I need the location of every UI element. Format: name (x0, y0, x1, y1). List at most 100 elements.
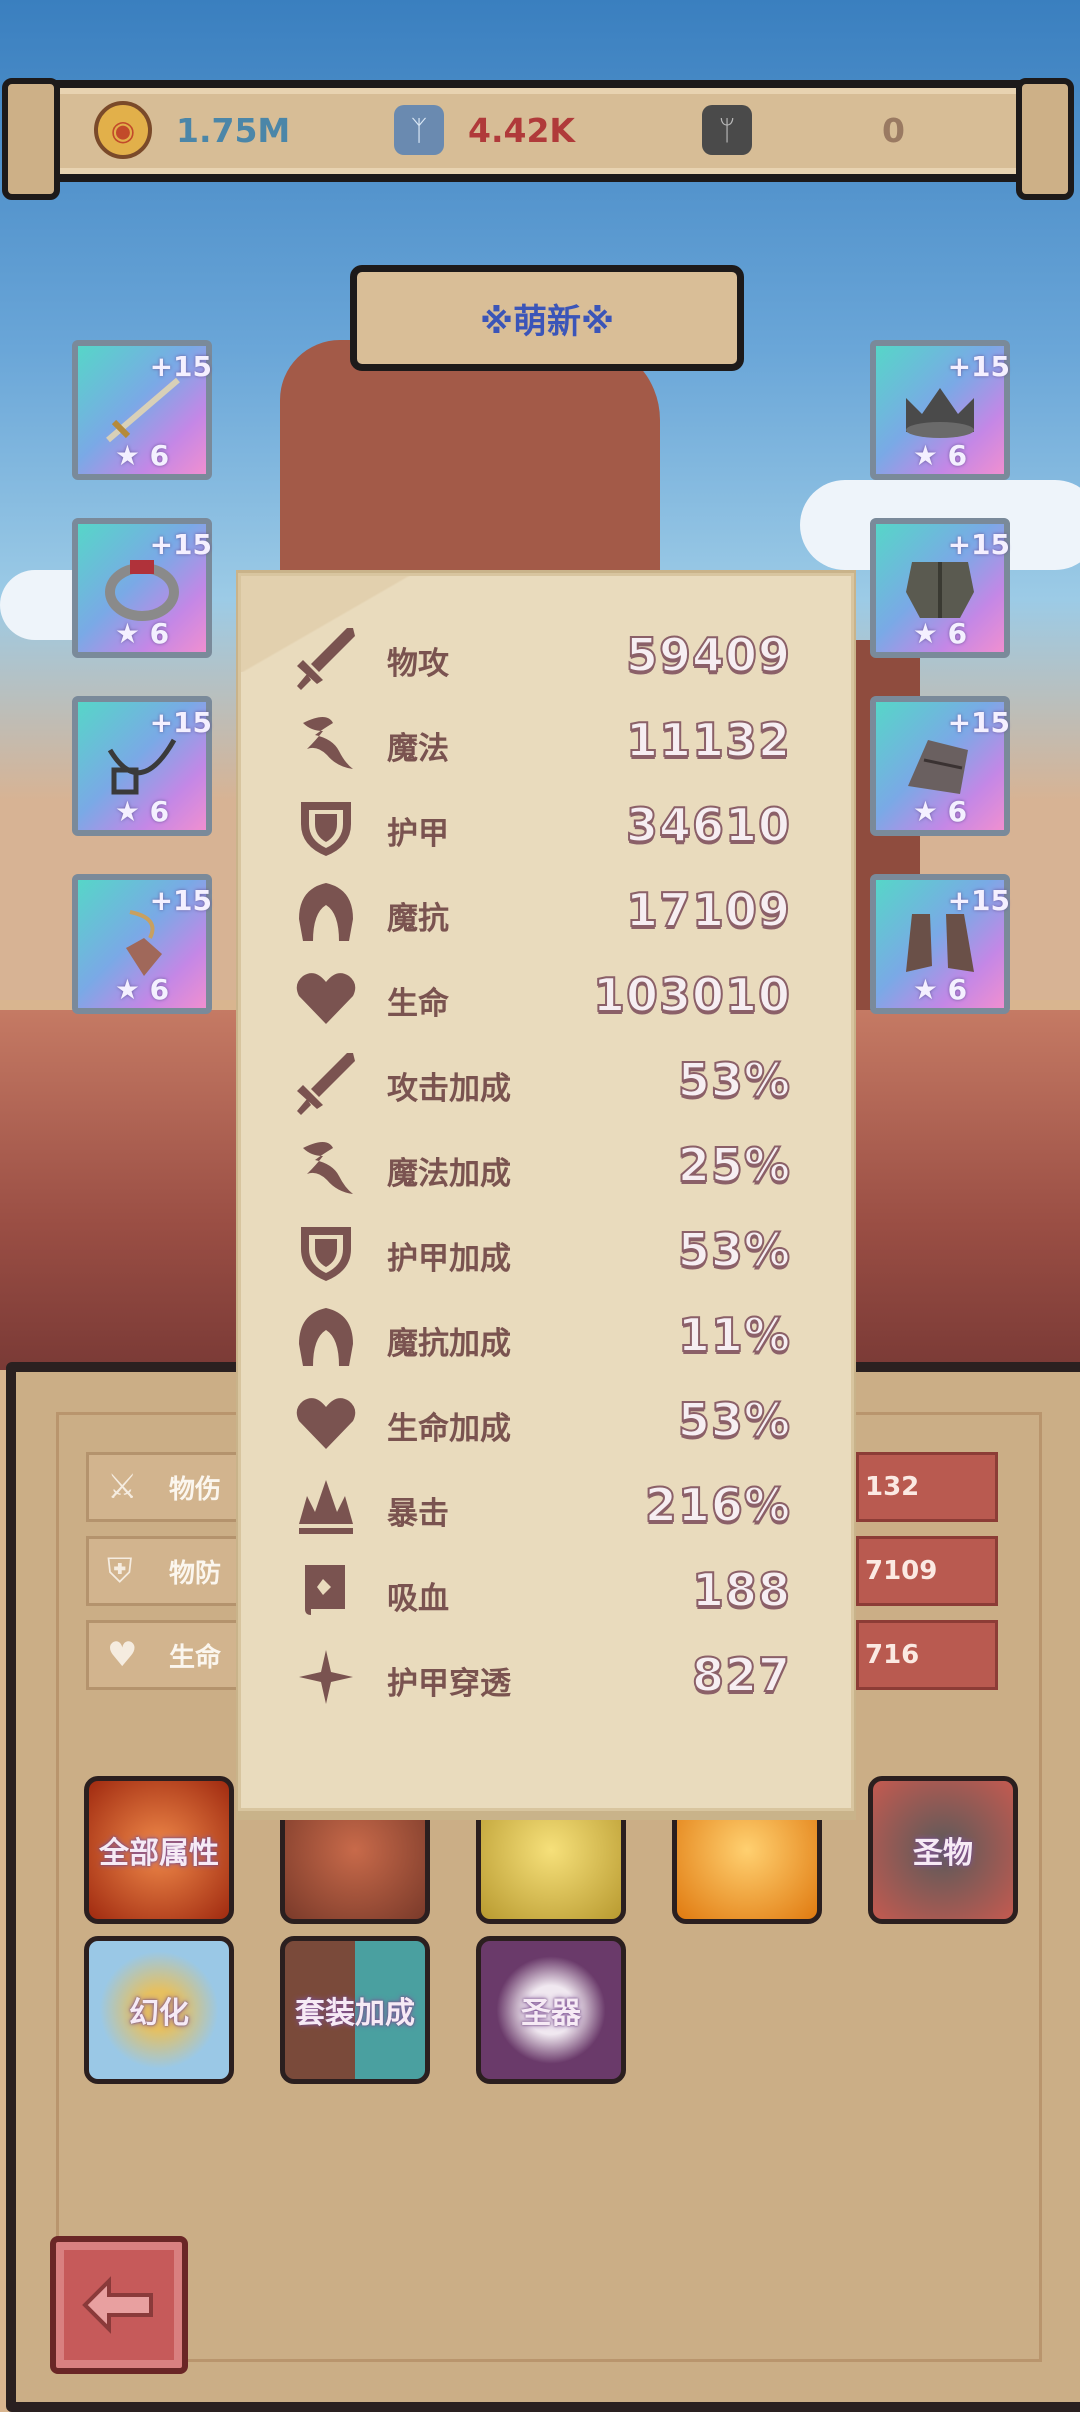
magic-icon (303, 717, 353, 769)
stat-name: 暴击 (387, 1496, 449, 1532)
tile-label: 圣器 (521, 1996, 581, 2031)
stat-row: 魔抗加成 11% (241, 1296, 851, 1381)
stat-value: 716 (865, 1640, 920, 1670)
stat-row: 魔法加成 25% (241, 1126, 851, 1211)
stat-row-health: ♥ 生命 (86, 1620, 252, 1690)
equip-slot-crown[interactable]: +15 ★ 6 (870, 340, 1010, 480)
tile-label: 幻化 (129, 1996, 189, 2031)
gray-rune-icon: ᛘ (702, 105, 752, 155)
stat-value: 132 (865, 1472, 920, 1502)
armor-icon (906, 562, 974, 618)
equip-slot-ring[interactable]: +15 ★ 6 (72, 518, 212, 658)
stat-row: 生命 103010 (241, 956, 851, 1041)
heart-icon: ♥ (107, 1635, 138, 1675)
gray-rune-value: 0 (882, 110, 905, 150)
slot-level: +15 (947, 706, 1010, 739)
shield-icon (301, 1227, 351, 1281)
stat-row: 护甲 34610 (241, 786, 851, 871)
sword-icon (297, 628, 355, 690)
stats-popup[interactable]: 物攻 59409 魔法 11132 护甲 34610 魔抗 17109 生命 1… (238, 573, 854, 1811)
equip-slot-gauntlet[interactable]: +15 ★ 6 (870, 696, 1010, 836)
stat-value: 216% (644, 1477, 791, 1533)
stat-row: 护甲穿透 827 (241, 1636, 851, 1721)
slot-level: +15 (149, 706, 212, 739)
sword-icon (106, 377, 180, 443)
stat-value: 25% (677, 1137, 791, 1193)
stat-name: 魔法加成 (387, 1156, 511, 1192)
stat-name: 吸血 (387, 1581, 449, 1617)
stat-value: 11% (677, 1307, 791, 1363)
slot-stars: ★ 6 (912, 439, 968, 472)
stat-row: 暴击 216% (241, 1466, 851, 1551)
tile-transmog[interactable]: 幻化 (84, 1936, 234, 2084)
equip-slot-necklace[interactable]: +15 ★ 6 (72, 696, 212, 836)
magic-icon (303, 1142, 353, 1194)
gold-value: 1.75M (176, 110, 291, 150)
stat-name: 生命加成 (387, 1411, 511, 1447)
slot-level: +15 (149, 884, 212, 917)
back-arrow-icon (82, 2276, 153, 2334)
stat-row-physical-damage: ⚔ 物伤 (86, 1452, 252, 1522)
tile-label: 全部属性 (99, 1836, 219, 1871)
stats-list[interactable]: 物攻 59409 魔法 11132 护甲 34610 魔抗 17109 生命 1… (241, 616, 851, 1736)
stat-value: 11132 (625, 712, 791, 768)
equip-slot-boots[interactable]: +15 ★ 6 (870, 874, 1010, 1014)
amulet-icon (126, 910, 162, 976)
sword-icon: ⚔ (107, 1467, 138, 1507)
stat-value: 53% (677, 1052, 791, 1108)
stat-value: 17109 (625, 882, 791, 938)
slot-stars: ★ 6 (114, 973, 170, 1006)
stat-value-health: 716 (856, 1620, 998, 1690)
tile-all-attributes[interactable]: 全部属性 (84, 1776, 234, 1924)
stat-row: 魔法 11132 (241, 701, 851, 786)
stat-value: 53% (677, 1392, 791, 1448)
star-icon (299, 1650, 353, 1704)
slot-level: +15 (947, 884, 1010, 917)
equip-slot-sword[interactable]: +15 ★ 6 (72, 340, 212, 480)
resource-blue-rune[interactable]: ᛉ 4.42K (394, 100, 575, 160)
tile-relic[interactable]: 圣物 (868, 1776, 1018, 1924)
blue-rune-value: 4.42K (468, 110, 575, 150)
stat-value: 188 (691, 1562, 791, 1618)
equip-slot-armor[interactable]: +15 ★ 6 (870, 518, 1010, 658)
slot-stars: ★ 6 (114, 439, 170, 472)
stat-name: 护甲加成 (387, 1241, 511, 1277)
boots-icon (906, 914, 974, 972)
scroll-cap-right (1016, 78, 1074, 200)
stat-value: 7109 (865, 1556, 938, 1586)
stat-row: 吸血 188 (241, 1551, 851, 1636)
tile-holy-artifact[interactable]: 圣器 (476, 1936, 626, 2084)
stat-value: 59409 (625, 627, 791, 683)
stat-value: 34610 (625, 797, 791, 853)
hood-icon (299, 883, 353, 941)
resource-gold[interactable]: ◉ 1.75M (94, 100, 290, 160)
scroll-cap-left (2, 78, 60, 200)
resource-gray-rune[interactable]: ᛘ 0 (702, 100, 905, 160)
stat-name: 魔抗加成 (387, 1326, 511, 1362)
book-icon (305, 1565, 345, 1617)
slot-level: +15 (947, 528, 1010, 561)
ring-icon (105, 560, 179, 621)
stat-value-physical-damage: 132 (856, 1452, 998, 1522)
hood-icon (299, 1308, 353, 1366)
sword-icon (297, 1053, 355, 1115)
heart-icon (296, 1398, 356, 1449)
tile-label: 圣物 (913, 1836, 973, 1871)
slot-stars: ★ 6 (912, 973, 968, 1006)
shield-icon: ⛨ (107, 1551, 133, 1591)
equip-slot-amulet[interactable]: +15 ★ 6 (72, 874, 212, 1014)
slot-level: +15 (149, 350, 212, 383)
stat-label: 生命 (169, 1642, 222, 1673)
back-button[interactable] (50, 2236, 188, 2374)
stat-row: 生命加成 53% (241, 1381, 851, 1466)
slot-level: +15 (149, 528, 212, 561)
stat-row: 物攻 59409 (241, 616, 851, 701)
slot-level: +15 (947, 350, 1010, 383)
stat-value-physical-defense: 7109 (856, 1536, 998, 1606)
stat-row: 魔抗 17109 (241, 871, 851, 956)
stat-value: 103010 (592, 967, 791, 1023)
resource-bar: ◉ 1.75M ᛉ 4.42K ᛘ 0 (2, 78, 1074, 200)
coin-icon: ◉ (94, 101, 152, 159)
player-title: ※萌新※ (479, 301, 615, 342)
tile-set-bonus[interactable]: 套装加成 (280, 1936, 430, 2084)
